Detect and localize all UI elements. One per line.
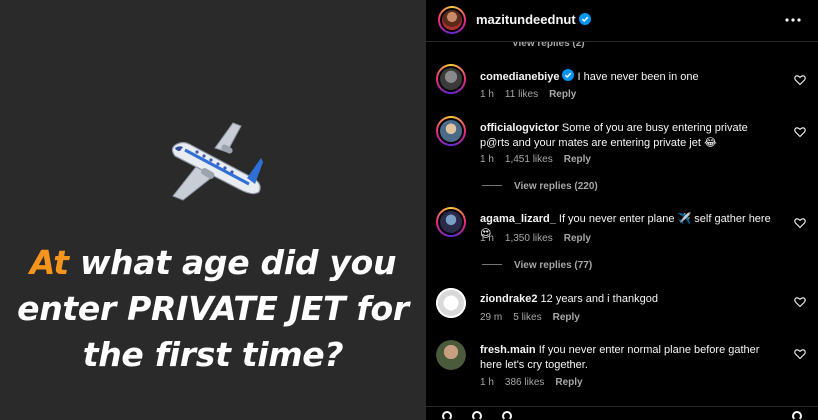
comment-likes[interactable]: 1,350 likes (505, 233, 553, 244)
more-options-icon[interactable] (784, 11, 802, 29)
verified-badge-icon (578, 13, 591, 25)
reply-button[interactable]: Reply (555, 377, 582, 388)
comment-likes[interactable]: 386 likes (505, 377, 544, 388)
comment-text: ziondrake2 12 years and i thankgod (480, 293, 658, 305)
comment-text: comedianebiye I have never been in one (480, 69, 699, 83)
airplane-icon (171, 122, 263, 201)
comment-likes[interactable]: 1,451 likes (505, 154, 553, 165)
reply-button[interactable]: Reply (549, 89, 576, 100)
verified-badge-icon (562, 69, 575, 81)
author-avatar[interactable] (438, 6, 466, 34)
comment-time: 1 h (480, 89, 494, 100)
author-username[interactable]: mazitundeednut (476, 12, 591, 27)
like-heart-icon[interactable] (794, 348, 806, 360)
comments-panel: mazitundeednut View replies (2) comedian… (426, 0, 818, 420)
comment-text: officialogvictor Some of you are busy en… (480, 122, 748, 149)
comment-action-icon[interactable] (472, 411, 482, 420)
commenter-username[interactable]: officialogvictor (480, 122, 559, 134)
comment-meta: 1 h 386 likes Reply (480, 377, 594, 388)
comment-likes[interactable]: 5 likes (513, 312, 541, 323)
comment-meta: 1 h 11 likes Reply (480, 89, 587, 100)
reply-button[interactable]: Reply (564, 154, 591, 165)
view-replies-link[interactable]: View replies (220) (482, 181, 598, 192)
heart-action-icon[interactable] (442, 411, 452, 420)
commenter-username[interactable]: ziondrake2 (480, 293, 537, 305)
share-action-icon[interactable] (502, 411, 512, 420)
save-action-icon[interactable] (792, 411, 802, 420)
divider-line (482, 264, 502, 265)
comment-meta: 1 h 1,350 likes Reply (480, 233, 602, 244)
commenter-avatar[interactable] (436, 207, 466, 237)
commenter-username[interactable]: fresh.main (480, 344, 536, 356)
post-headline: At what age did you enter PRIVATE JET fo… (17, 243, 409, 374)
commenter-avatar[interactable] (436, 288, 466, 318)
action-bar (426, 406, 818, 420)
comment-time: 29 m (480, 312, 503, 323)
reply-button[interactable]: Reply (553, 312, 580, 323)
post-header: mazitundeednut (426, 0, 818, 42)
comment-text: fresh.main If you never enter normal pla… (480, 344, 760, 371)
divider-line (482, 185, 502, 186)
like-heart-icon[interactable] (794, 217, 806, 229)
comment-time: 1 h (480, 233, 494, 244)
commenter-avatar[interactable] (436, 64, 466, 94)
comment-likes[interactable]: 11 likes (505, 89, 538, 100)
comment-time: 1 h (480, 154, 494, 165)
commenter-username[interactable]: comedianebiye (480, 71, 559, 83)
like-heart-icon[interactable] (794, 126, 806, 138)
commenter-avatar[interactable] (436, 340, 466, 370)
view-replies-link[interactable]: View replies (77) (482, 260, 592, 271)
comment-time: 1 h (480, 377, 494, 388)
like-heart-icon[interactable] (794, 74, 806, 86)
post-image: At what age did you enter PRIVATE JET fo… (0, 0, 426, 420)
comment-meta: 29 m 5 likes Reply (480, 312, 591, 323)
like-heart-icon[interactable] (794, 296, 806, 308)
reply-button[interactable]: Reply (564, 233, 591, 244)
comment-meta: 1 h 1,451 likes Reply (480, 154, 602, 165)
commenter-username[interactable]: agama_lizard_ (480, 213, 556, 225)
commenter-avatar[interactable] (436, 116, 466, 146)
